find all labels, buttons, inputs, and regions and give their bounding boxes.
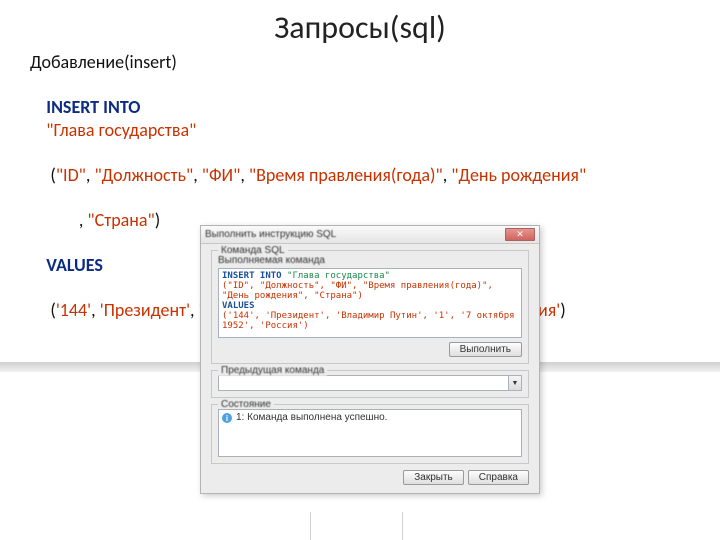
- ta-line4: ('144', 'Президент', 'Владимир Путин', '…: [222, 311, 515, 331]
- v1: '144': [56, 299, 91, 321]
- tbl-name: "Глава государства": [46, 119, 196, 141]
- ta-line2: ("ID", "Должность", "ФИ", "Время правлен…: [222, 281, 493, 301]
- dialog-title: Выполнить инструкцию SQL: [205, 229, 505, 240]
- group-sql-command: Команда SQL Выполняемая команда INSERT I…: [211, 250, 529, 364]
- page-title: Запросы(sql): [0, 0, 720, 51]
- chevron-down-icon[interactable]: ▼: [508, 375, 522, 391]
- sql-dialog: Выполнить инструкцию SQL ✕ Команда SQL В…: [200, 225, 540, 494]
- close-icon[interactable]: ✕: [505, 228, 535, 241]
- decoration-line: [402, 512, 403, 540]
- help-button[interactable]: Справка: [468, 470, 529, 485]
- status-text: 1: Команда выполнена успешно.: [236, 412, 387, 423]
- kw-values: VALUES: [46, 254, 103, 276]
- v2: 'Президент': [100, 299, 190, 321]
- group-status: Состояние i 1: Команда выполнена успешно…: [211, 404, 529, 464]
- col6: "Страна": [87, 209, 154, 231]
- dialog-titlebar[interactable]: Выполнить инструкцию SQL ✕: [201, 226, 539, 244]
- ta-kw1: INSERT INTO: [222, 271, 282, 281]
- prev-command-input[interactable]: [218, 375, 508, 391]
- col2: "Должность": [94, 164, 193, 186]
- intro-subtitle: Добавление(insert): [30, 51, 690, 74]
- execute-button[interactable]: Выполнить: [449, 342, 522, 357]
- status-output: i 1: Команда выполнена успешно.: [218, 409, 522, 457]
- vclose: ): [560, 299, 565, 321]
- decoration-line: [310, 512, 311, 540]
- col1: "ID": [56, 164, 86, 186]
- sql-textarea[interactable]: INSERT INTO "Глава государства" ("ID", "…: [218, 268, 522, 338]
- prev-command-combo[interactable]: ▼: [218, 375, 522, 391]
- ta-kw2: VALUES: [222, 301, 255, 311]
- col5: "День рождения": [451, 164, 586, 186]
- group-legend: Предыдущая команда: [218, 365, 327, 376]
- close-button[interactable]: Закрыть: [403, 470, 464, 485]
- group-prev-command: Предыдущая команда ▼: [211, 370, 529, 398]
- group-label: Выполняемая команда: [218, 255, 522, 266]
- kw-insert: INSERT INTO: [46, 96, 140, 118]
- paren-close: ): [155, 209, 160, 231]
- col4: "Время правления(года)": [249, 164, 443, 186]
- col3: "ФИ": [202, 164, 241, 186]
- info-icon: i: [222, 413, 232, 423]
- ta-name: "Глава государства": [282, 271, 390, 281]
